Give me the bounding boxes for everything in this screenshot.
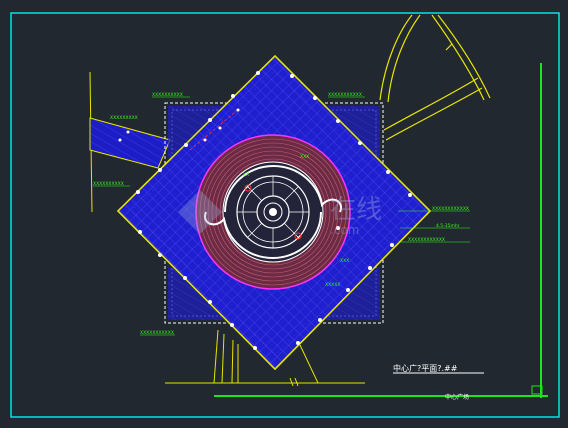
annotation-label: XXXXXXXXX xyxy=(110,115,138,121)
cad-drawing-canvas: 在线 .com XXXXXXXXXX XXXXXXXXXXX XXXXXXXXX… xyxy=(10,12,560,418)
annotation-label: XXX xyxy=(300,154,309,160)
annotation-label: XXXXX xyxy=(325,282,340,288)
annotation-label: XX xyxy=(243,172,249,178)
sheet-label: 中心广场 xyxy=(445,393,469,401)
watermark-text: 在线 xyxy=(330,195,382,225)
curved-road xyxy=(379,14,491,141)
watermark-domain: .com xyxy=(330,223,359,237)
annotation-label: XXX xyxy=(340,258,349,264)
plan-title: 中心广?平面?.## xyxy=(393,363,458,373)
